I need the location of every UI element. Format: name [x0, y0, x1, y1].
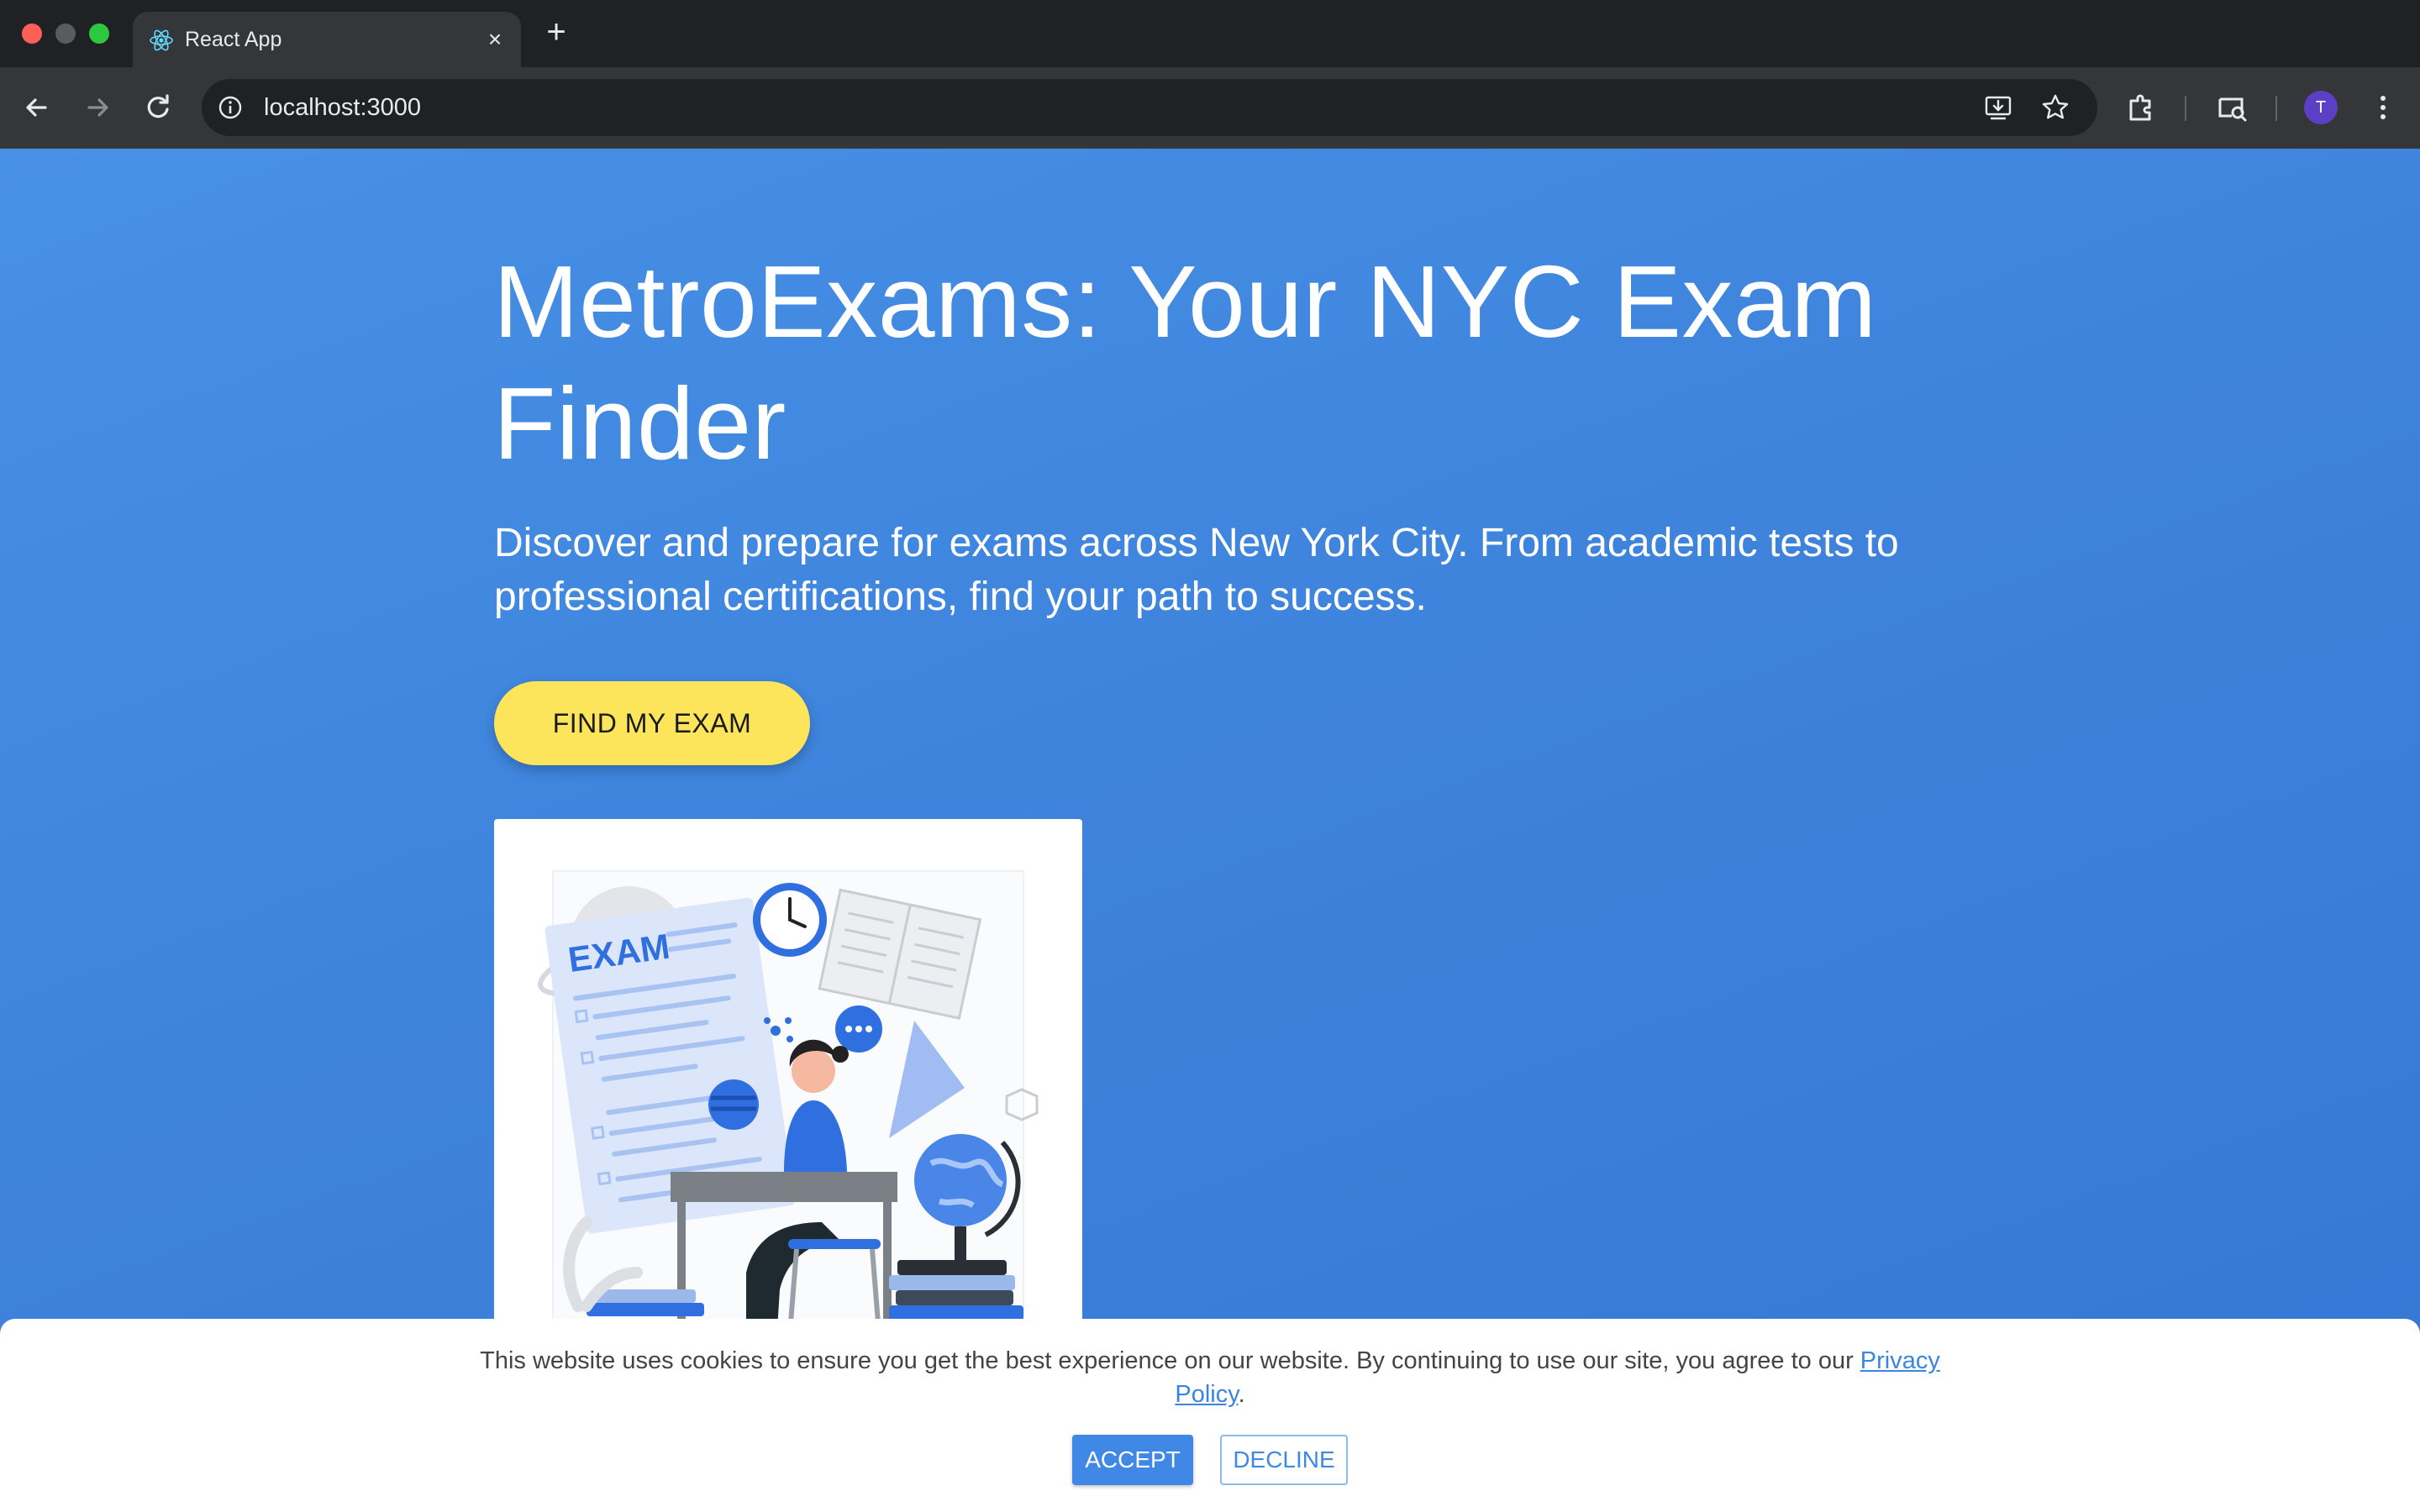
- profile-avatar[interactable]: T: [2304, 91, 2338, 124]
- cookie-consent-banner: This website uses cookies to ensure you …: [0, 1319, 2420, 1512]
- address-bar[interactable]: localhost:3000: [202, 79, 2097, 136]
- cookie-message-suffix: .: [1238, 1381, 1245, 1408]
- install-app-icon[interactable]: [1983, 92, 2013, 123]
- new-tab-button[interactable]: +: [539, 15, 573, 49]
- cookie-message-text: This website uses cookies to ensure you …: [480, 1347, 1860, 1374]
- find-my-exam-button[interactable]: FIND MY EXAM: [494, 681, 810, 765]
- cookie-message: This website uses cookies to ensure you …: [471, 1344, 1949, 1411]
- tab-search-icon[interactable]: [2212, 87, 2252, 128]
- minimize-window-button[interactable]: [55, 24, 76, 44]
- decline-cookies-button[interactable]: DECLINE: [1220, 1435, 1348, 1485]
- forward-arrow-icon[interactable]: [77, 87, 118, 128]
- maximize-window-button[interactable]: [89, 24, 109, 44]
- site-info-icon[interactable]: [217, 94, 244, 121]
- url-text[interactable]: localhost:3000: [264, 94, 421, 121]
- accept-cookies-button[interactable]: ACCEPT: [1072, 1435, 1193, 1485]
- tab-close-icon[interactable]: ×: [481, 25, 509, 54]
- toolbar-divider: [2275, 96, 2277, 121]
- bookmark-star-icon[interactable]: [2040, 92, 2070, 123]
- more-menu-icon[interactable]: [2363, 87, 2403, 128]
- browser-tab-bar: React App × +: [0, 0, 2420, 67]
- back-arrow-icon[interactable]: [17, 87, 57, 128]
- browser-tab-active[interactable]: React App ×: [133, 12, 521, 67]
- reload-icon[interactable]: [138, 87, 178, 128]
- toolbar-divider: [2185, 96, 2186, 121]
- hero-section: MetroExams: Your NYC Exam Finder Discove…: [0, 149, 2420, 1512]
- extensions-icon[interactable]: [2121, 87, 2161, 128]
- close-window-button[interactable]: [22, 24, 42, 44]
- browser-toolbar: localhost:3000 T: [0, 67, 2420, 149]
- tab-title: React App: [185, 28, 282, 51]
- react-icon: [150, 29, 173, 51]
- hero-subtitle: Discover and prepare for exams across Ne…: [494, 521, 1899, 619]
- page-title: MetroExams: Your NYC Exam Finder: [493, 244, 1877, 480]
